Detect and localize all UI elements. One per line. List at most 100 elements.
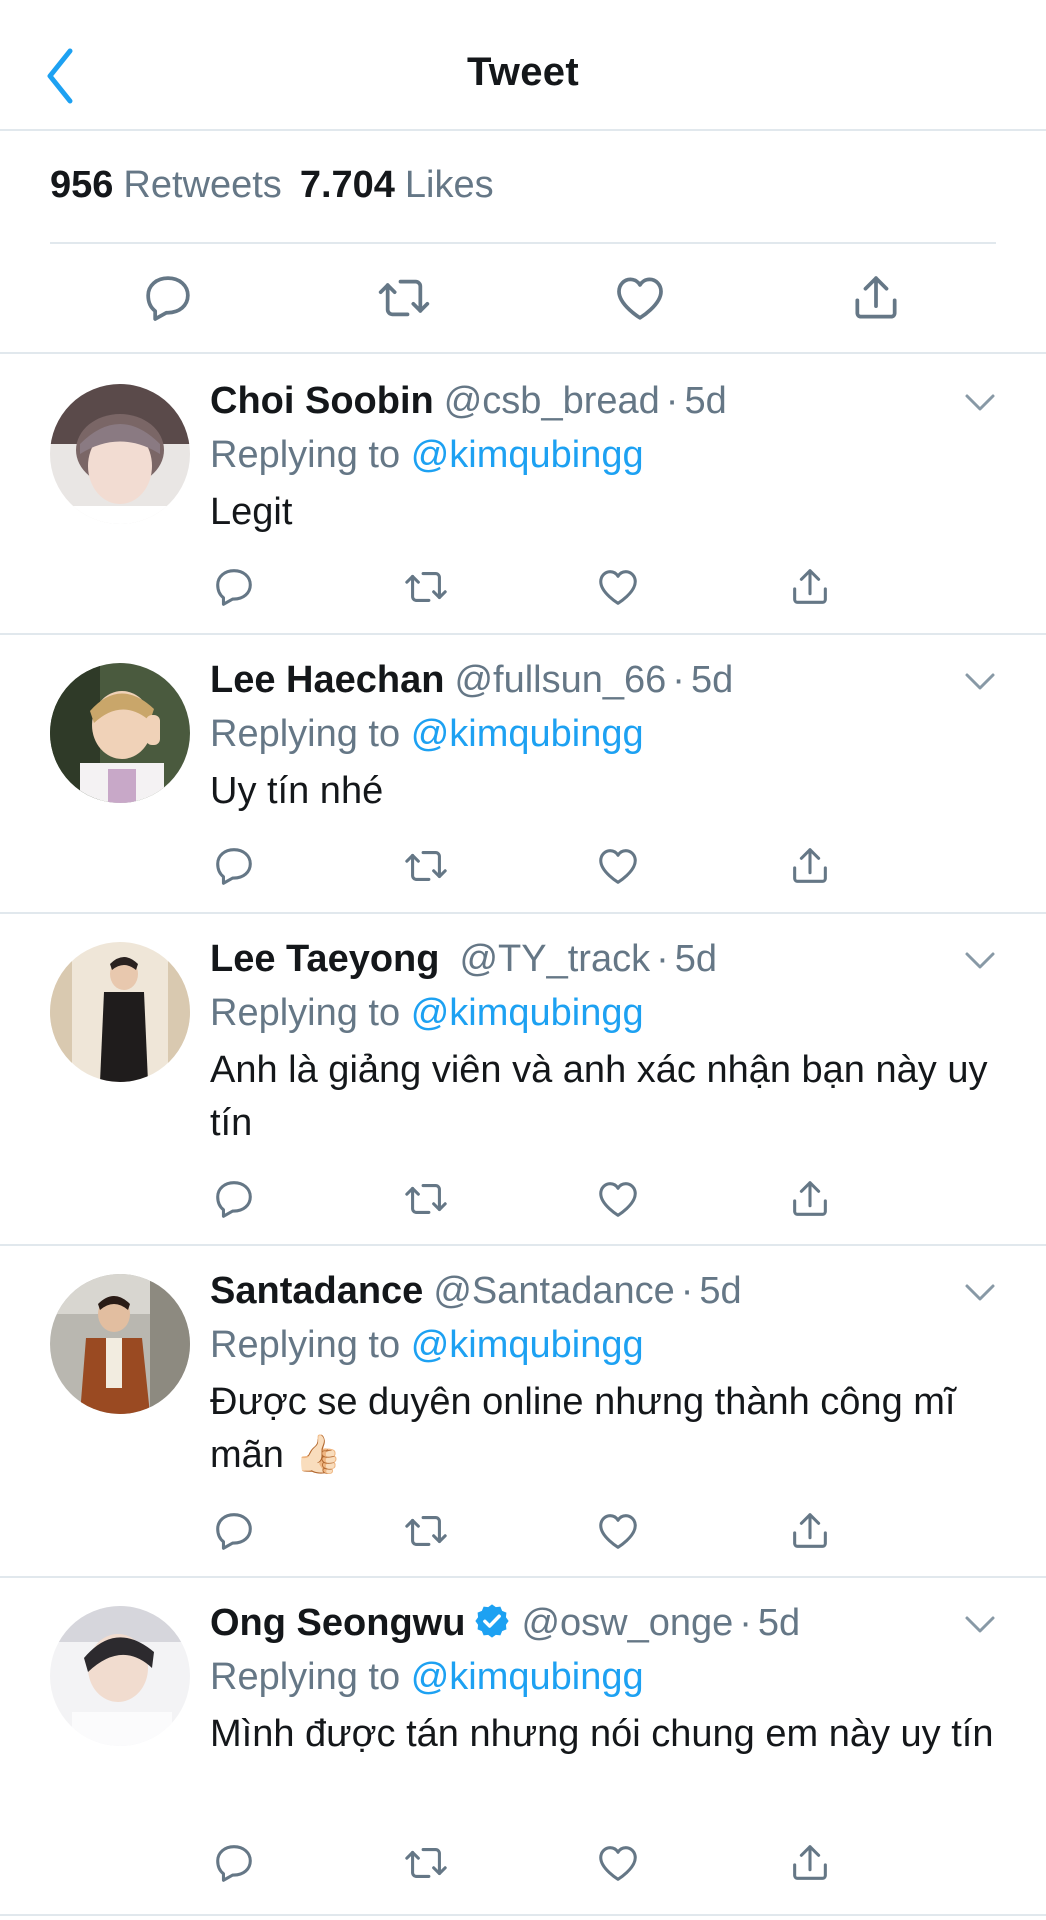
share-button[interactable] (786, 1175, 834, 1223)
share-button[interactable] (846, 268, 906, 328)
chevron-down-icon (965, 394, 995, 411)
timestamp: 5d (690, 659, 734, 701)
retweet-button[interactable] (402, 1175, 450, 1223)
user-handle[interactable]: @osw_onge (521, 1602, 733, 1644)
reply-item[interactable]: Lee Haechan @fullsun_66 · 5d Replying to @k… (0, 635, 1046, 914)
share-icon (787, 1176, 833, 1222)
user-handle[interactable]: @csb_bread (444, 380, 660, 422)
mention-link[interactable]: @kimqubingg (411, 992, 644, 1034)
reply-item[interactable]: Choi Soobin @csb_bread · 5d Replying to @ki… (0, 356, 1046, 635)
retweet-icon (376, 270, 432, 326)
replying-to: Replying to @kimqubingg (210, 434, 644, 477)
share-icon (787, 1508, 833, 1554)
like-icon (595, 1508, 641, 1554)
chevron-down-icon (965, 673, 995, 690)
reply-item[interactable]: Lee Taeyong @TY_track · 5d Replying to @kim… (0, 914, 1046, 1246)
retweet-button[interactable] (374, 268, 434, 328)
reply-button[interactable] (210, 1175, 258, 1223)
retweet-icon (403, 1840, 449, 1886)
avatar[interactable] (50, 1606, 190, 1746)
share-icon (787, 843, 833, 889)
reply-icon (211, 1840, 257, 1886)
like-button[interactable] (594, 842, 642, 890)
reply-button[interactable] (210, 1839, 258, 1887)
user-handle[interactable]: @fullsun_66 (454, 659, 666, 701)
like-button[interactable] (610, 268, 670, 328)
user-handle[interactable]: @Santadance (433, 1270, 674, 1312)
replying-to-label: Replying to (210, 713, 401, 755)
like-button[interactable] (594, 1175, 642, 1223)
like-icon (595, 564, 641, 610)
retweets-label[interactable]: Retweets (123, 164, 281, 206)
replying-to: Replying to @kimqubingg (210, 992, 644, 1035)
display-name[interactable]: Ong Seongwu (210, 1602, 465, 1644)
retweet-button[interactable] (402, 563, 450, 611)
reply-icon (211, 1508, 257, 1554)
reply-text: Legit (210, 491, 293, 533)
reply-icon (140, 270, 196, 326)
display-name[interactable]: Choi Soobin (210, 380, 434, 422)
mention-link[interactable]: @kimqubingg (411, 1324, 644, 1366)
share-button[interactable] (786, 842, 834, 890)
chevron-down-icon (965, 952, 995, 969)
retweet-button[interactable] (402, 1839, 450, 1887)
mention-link[interactable]: @kimqubingg (411, 713, 644, 755)
mention-link[interactable]: @kimqubingg (411, 434, 644, 476)
replying-to-label: Replying to (210, 1656, 401, 1698)
reply-button[interactable] (138, 268, 198, 328)
share-button[interactable] (786, 563, 834, 611)
more-options-button[interactable] (964, 671, 996, 693)
like-button[interactable] (594, 1839, 642, 1887)
top-bar: Tweet (0, 0, 1046, 131)
reply-icon (211, 843, 257, 889)
more-options-button[interactable] (964, 950, 996, 972)
likes-count[interactable]: 7.704 (300, 164, 395, 206)
retweet-button[interactable] (402, 842, 450, 890)
separator-dot: · (665, 380, 679, 422)
likes-label[interactable]: Likes (405, 164, 494, 206)
avatar[interactable] (50, 1274, 190, 1414)
replying-to: Replying to @kimqubingg (210, 1656, 644, 1699)
tweet-action-bar (0, 244, 1046, 354)
timestamp: 5d (757, 1602, 801, 1644)
replying-to-label: Replying to (210, 992, 401, 1034)
reply-item[interactable]: Santadance @Santadance · 5d Replying to @ki… (0, 1246, 1046, 1578)
reply-button[interactable] (210, 1507, 258, 1555)
separator-dot: · (672, 659, 685, 701)
chevron-down-icon (965, 1616, 995, 1633)
retweet-icon (403, 1508, 449, 1554)
reply-text: Mình được tán nhưng nói chung em này uy … (210, 1713, 994, 1755)
reply-button[interactable] (210, 563, 258, 611)
reply-action-bar (210, 842, 850, 892)
like-button[interactable] (594, 563, 642, 611)
mention-link[interactable]: @kimqubingg (411, 1656, 644, 1698)
reply-icon (211, 564, 257, 610)
user-handle[interactable]: @TY_track (459, 938, 650, 980)
display-name[interactable]: Lee Taeyong (210, 938, 439, 980)
avatar[interactable] (50, 384, 190, 524)
share-button[interactable] (786, 1507, 834, 1555)
timestamp: 5d (674, 938, 718, 980)
display-name[interactable]: Lee Haechan (210, 659, 444, 701)
share-icon (787, 1840, 833, 1886)
retweet-icon (403, 564, 449, 610)
more-options-button[interactable] (964, 1614, 996, 1636)
reply-text: Uy tín nhé (210, 770, 384, 812)
display-name[interactable]: Santadance (210, 1270, 423, 1312)
separator-dot: · (656, 938, 669, 980)
more-options-button[interactable] (964, 1282, 996, 1304)
retweets-count[interactable]: 956 (50, 164, 113, 206)
like-button[interactable] (594, 1507, 642, 1555)
like-icon (612, 270, 668, 326)
avatar[interactable] (50, 663, 190, 803)
reply-item[interactable]: Ong Seongwu @osw_onge · 5d Replying to @kim… (0, 1578, 1046, 1916)
avatar[interactable] (50, 942, 190, 1082)
reply-action-bar (210, 1839, 850, 1889)
page-title: Tweet (467, 50, 579, 94)
share-button[interactable] (786, 1839, 834, 1887)
retweet-button[interactable] (402, 1507, 450, 1555)
like-icon (595, 1840, 641, 1886)
reply-button[interactable] (210, 842, 258, 890)
more-options-button[interactable] (964, 392, 996, 414)
like-icon (595, 1176, 641, 1222)
